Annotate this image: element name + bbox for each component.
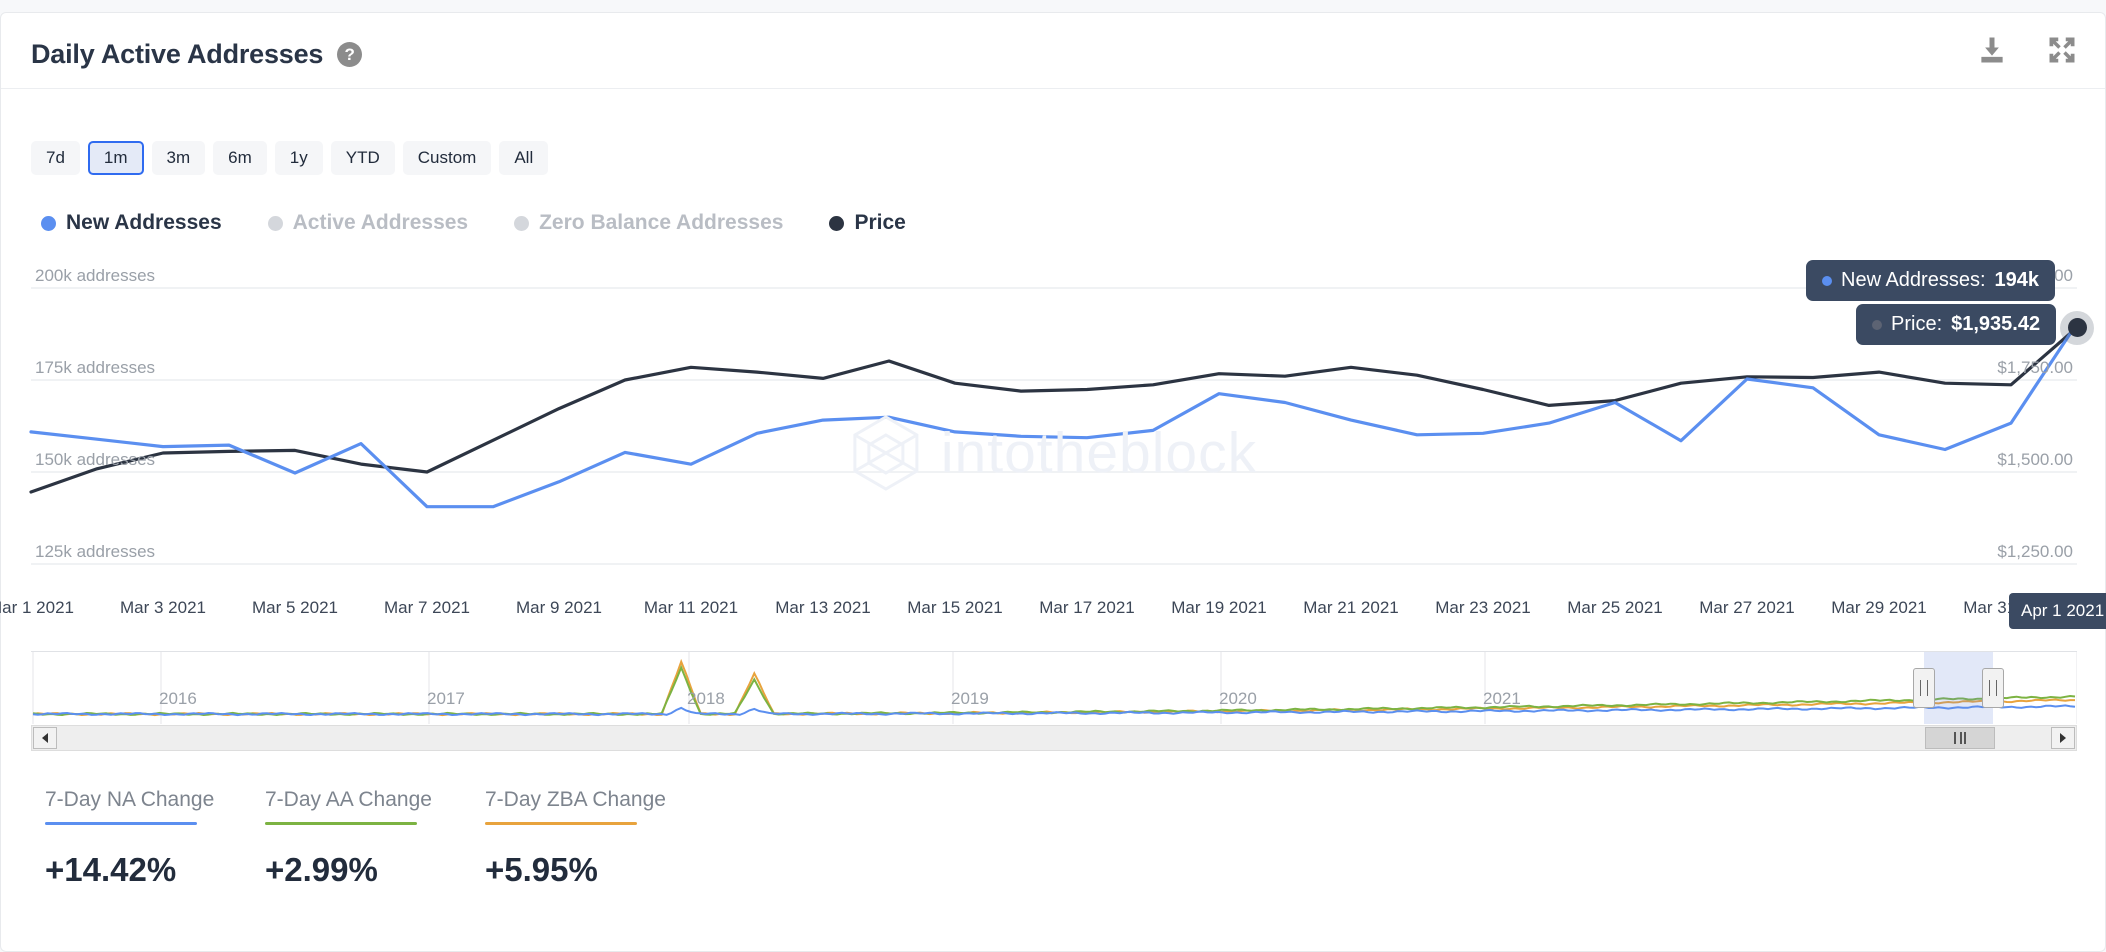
x-axis-tick: Mar 1 2021	[0, 598, 74, 617]
legend-item-new-addresses[interactable]: New Addresses	[41, 211, 222, 235]
tooltip-value-new-addresses: 194k	[1994, 269, 2040, 291]
navigator-year-2016: 2016	[159, 689, 197, 708]
navigator-handle-right[interactable]	[1982, 668, 2004, 708]
navigator-year-2020: 2020	[1219, 689, 1257, 708]
legend-label-price: Price	[854, 211, 906, 234]
tooltip-value-price: $1,935.42	[1951, 313, 2041, 335]
chart-plot-area[interactable]: intotheblock 200k addresses 175k address…	[1, 260, 2106, 638]
range-button-3m[interactable]: 3m	[151, 141, 206, 175]
y-axis-right-tick-1750: $1,750.00	[1997, 358, 2073, 377]
tooltip-new-addresses: New Addresses: 194k	[1806, 260, 2056, 301]
title-group: Daily Active Addresses ?	[31, 39, 363, 70]
y-axis-right-tick-1250: $1,250.00	[1997, 542, 2073, 561]
stat-rule-na	[45, 822, 197, 825]
navigator-year-2021: 2021	[1483, 689, 1521, 708]
navigator-series-zba	[32, 658, 2075, 717]
legend-dot-price	[829, 215, 845, 231]
chart-navigator[interactable]: 2016 2017 2018 2019 2020 2021	[31, 651, 2077, 724]
range-button-all[interactable]: All	[499, 141, 549, 175]
series-line-new-addresses	[29, 321, 2079, 509]
stat-7day-aa-change: 7-Day AA Change +2.99%	[265, 788, 473, 889]
legend-dot-new-addresses	[41, 215, 56, 231]
stat-label-na: 7-Day NA Change	[45, 788, 215, 811]
x-axis-tick: Mar 27 2021	[1699, 598, 1795, 617]
legend-dot-zero-balance-addresses	[514, 215, 530, 231]
y-axis-left-tick-150k: 150k addresses	[35, 450, 156, 469]
chart-svg	[29, 287, 2079, 565]
range-button-7d[interactable]: 7d	[31, 141, 80, 175]
navigator-svg	[32, 652, 2077, 724]
x-axis-tick: Mar 13 2021	[775, 598, 871, 617]
page-title: Daily Active Addresses	[31, 39, 324, 69]
y-axis-left-tick-125k: 125k addresses	[35, 542, 156, 561]
scrollbar-thumb[interactable]	[1925, 727, 1995, 749]
navigator-series-aa	[32, 664, 2076, 717]
navigator-year-2017: 2017	[427, 689, 465, 708]
x-axis-tick: Mar 17 2021	[1039, 598, 1135, 617]
legend-label-new-addresses: New Addresses	[66, 211, 222, 234]
navigator-handle-left[interactable]	[1913, 668, 1935, 708]
download-icon[interactable]	[1977, 35, 2007, 65]
hover-point-inner	[2067, 318, 2087, 338]
y-axis-left-tick-175k: 175k addresses	[35, 358, 156, 377]
series-line-price	[29, 325, 2079, 494]
fullscreen-expand-icon[interactable]	[2047, 35, 2077, 65]
chart-gridlines	[31, 287, 2077, 565]
scroll-left-arrow-icon[interactable]	[33, 727, 57, 749]
range-button-custom[interactable]: Custom	[402, 141, 492, 175]
stat-value-zba: +5.95%	[485, 851, 598, 888]
stats-summary: 7-Day NA Change +14.42% 7-Day AA Change …	[45, 788, 693, 889]
stat-rule-zba	[485, 822, 637, 825]
tooltip-label-price: Price:	[1891, 313, 1943, 335]
tooltip-price: Price: $1,935.42	[1856, 304, 2057, 345]
stat-rule-aa	[265, 822, 417, 825]
x-axis-tick: Mar 11 2021	[643, 598, 739, 617]
chart-legend: New Addresses Active Addresses Zero Bala…	[41, 211, 906, 235]
x-axis-tick: Mar 29 2021	[1831, 598, 1927, 617]
navigator-scrollbar[interactable]	[31, 725, 2077, 751]
range-button-6m[interactable]: 6m	[213, 141, 267, 175]
stat-label-zba: 7-Day ZBA Change	[485, 788, 666, 811]
stat-value-aa: +2.99%	[265, 851, 378, 888]
x-axis-tick: Mar 23 2021	[1435, 598, 1531, 617]
x-axis-tick: Mar 3 2021	[120, 598, 206, 617]
legend-item-zero-balance-addresses[interactable]: Zero Balance Addresses	[514, 211, 783, 235]
hover-point-marker	[2060, 310, 2094, 345]
scrollbar-grip-icon	[1954, 732, 1966, 744]
y-axis-right-tick-1500: $1,500.00	[1997, 450, 2073, 469]
legend-label-active-addresses: Active Addresses	[292, 211, 469, 234]
range-button-ytd[interactable]: YTD	[330, 141, 395, 175]
tooltip-label-new-addresses: New Addresses:	[1841, 269, 1986, 291]
question-mark-icon[interactable]: ?	[337, 42, 363, 67]
x-axis-tick: Mar 7 2021	[384, 598, 470, 617]
x-axis-tick: Mar 9 2021	[516, 598, 602, 617]
navigator-year-2019: 2019	[951, 689, 989, 708]
x-axis-tick: Mar 25 2021	[1567, 598, 1663, 617]
stat-7day-zba-change: 7-Day ZBA Change +5.95%	[485, 788, 693, 889]
x-axis-tick: Mar 15 2021	[907, 598, 1003, 617]
stat-value-na: +14.42%	[45, 851, 177, 888]
x-axis-tick: Mar 21 2021	[1303, 598, 1399, 617]
header-actions	[1977, 35, 2077, 65]
stat-label-aa: 7-Day AA Change	[265, 788, 432, 811]
legend-item-price[interactable]: Price	[829, 211, 906, 235]
x-axis-tick: Mar 19 2021	[1171, 598, 1267, 617]
range-selector: 7d 1m 3m 6m 1y YTD Custom All	[31, 141, 549, 175]
card-header: Daily Active Addresses ?	[1, 13, 2105, 89]
range-button-1y[interactable]: 1y	[274, 141, 323, 175]
legend-dot-active-addresses	[267, 215, 283, 231]
scroll-right-arrow-icon[interactable]	[2051, 727, 2075, 749]
tooltip-dot-new-addresses	[1822, 275, 1832, 286]
navigator-year-2018: 2018	[687, 689, 725, 708]
x-axis-tick: Mar 5 2021	[252, 598, 338, 617]
tooltip-x-axis-date: Apr 1 2021	[2009, 593, 2106, 629]
y-axis-left-tick-200k: 200k addresses	[35, 266, 156, 285]
x-axis: Mar 1 2021 Mar 3 2021 Mar 5 2021 Mar 7 2021…	[0, 598, 2106, 628]
stat-7day-na-change: 7-Day NA Change +14.42%	[45, 788, 253, 889]
legend-item-active-addresses[interactable]: Active Addresses	[267, 211, 469, 235]
range-button-1m[interactable]: 1m	[87, 141, 144, 175]
tooltip-dot-price	[1872, 319, 1882, 330]
chart-card: Daily Active Addresses ? 7d 1m 3m 6m 1y …	[0, 12, 2106, 952]
legend-label-zero-balance-addresses: Zero Balance Addresses	[539, 211, 784, 234]
